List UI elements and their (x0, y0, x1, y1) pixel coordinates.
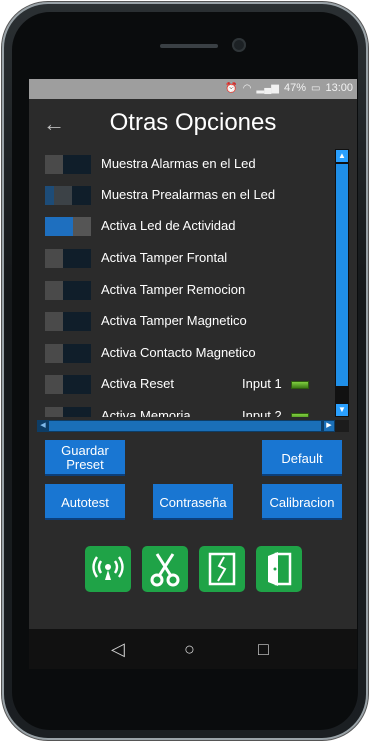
front-camera (232, 38, 246, 52)
save-preset-button[interactable]: Guardar Preset (45, 440, 125, 476)
option-row[interactable]: Activa Tamper Remocion (37, 275, 335, 306)
door-icon[interactable] (256, 546, 302, 592)
battery-icon: ▭ (311, 82, 321, 94)
screen: ⏰ ◠ ▂▄▆ 47% ▭ 13:00 ← Otras Opciones Mue… (29, 79, 357, 669)
toggle-switch[interactable] (45, 312, 91, 331)
toggle-switch[interactable] (45, 344, 91, 363)
input-label: Input 2 (242, 408, 282, 417)
scroll-thumb[interactable] (336, 164, 348, 386)
scroll-right-icon[interactable]: ▶ (324, 421, 334, 431)
option-label: Activa Contacto Magnetico (101, 345, 256, 360)
button-label: Preset (66, 457, 104, 472)
scissors-icon[interactable] (142, 546, 188, 592)
option-row[interactable]: Activa Reset Input 1 (37, 369, 335, 400)
scroll-down-icon[interactable]: ▼ (336, 404, 348, 416)
input-led-indicator (291, 381, 309, 389)
navigation-bar: ◁ ○ □ (29, 629, 357, 669)
toggle-switch[interactable] (45, 186, 91, 205)
input-led-indicator (291, 413, 309, 417)
calibration-button[interactable]: Calibracion (262, 484, 342, 520)
password-button[interactable]: Contraseña (153, 484, 233, 520)
toggle-switch[interactable] (45, 281, 91, 300)
autotest-button[interactable]: Autotest (45, 484, 125, 520)
toggle-switch[interactable] (45, 249, 91, 268)
nav-home-icon[interactable]: ○ (184, 639, 195, 659)
option-row[interactable]: Muestra Alarmas en el Led (37, 149, 335, 180)
app-content: ← Otras Opciones Muestra Alarmas en el L… (29, 99, 357, 629)
option-label: Activa Memoria (101, 408, 191, 417)
scroll-corner (335, 420, 349, 432)
options-list: Muestra Alarmas en el Led Muestra Preala… (37, 149, 335, 417)
option-label: Activa Tamper Remocion (101, 282, 246, 297)
scroll-thumb[interactable] (49, 421, 321, 431)
signal-icon: ▂▄▆ (256, 82, 279, 94)
vertical-scrollbar[interactable]: ▲ ▼ (335, 149, 349, 417)
status-bar: ⏰ ◠ ▂▄▆ 47% ▭ 13:00 (29, 79, 357, 99)
scroll-up-icon[interactable]: ▲ (336, 150, 348, 162)
option-label: Activa Led de Actividad (101, 218, 236, 233)
input-label: Input 1 (242, 376, 282, 391)
option-row[interactable]: Activa Memoria Input 2 (37, 401, 335, 417)
clock: 13:00 (325, 82, 353, 94)
glass-break-icon[interactable] (199, 546, 245, 592)
option-label: Activa Reset (101, 376, 174, 391)
option-label: Activa Tamper Magnetico (101, 313, 247, 328)
toggle-switch[interactable] (45, 407, 91, 417)
option-row[interactable]: Activa Tamper Magnetico (37, 306, 335, 337)
speaker-grille (160, 44, 218, 48)
option-row[interactable]: Activa Tamper Frontal (37, 243, 335, 274)
wireless-signal-icon[interactable] (85, 546, 131, 592)
default-button[interactable]: Default (262, 440, 342, 476)
toggle-switch[interactable] (45, 155, 91, 174)
option-label: Muestra Prealarmas en el Led (101, 187, 276, 202)
option-row[interactable]: Muestra Prealarmas en el Led (37, 180, 335, 211)
nav-recent-icon[interactable]: □ (258, 639, 269, 659)
nav-back-icon[interactable]: ◁ (111, 639, 125, 659)
button-label: Guardar (61, 443, 109, 458)
battery-percent: 47% (283, 82, 307, 94)
scroll-left-icon[interactable]: ◀ (38, 421, 48, 431)
toggle-switch[interactable] (45, 375, 91, 394)
option-row[interactable]: Activa Led de Actividad (37, 211, 335, 242)
page-title: Otras Opciones (109, 109, 277, 136)
option-row[interactable]: Activa Contacto Magnetico (37, 338, 335, 369)
horizontal-scrollbar[interactable]: ◀ ▶ (37, 420, 335, 432)
option-label: Muestra Alarmas en el Led (101, 156, 256, 171)
option-label: Activa Tamper Frontal (101, 250, 228, 265)
toggle-switch[interactable] (45, 217, 91, 236)
wifi-icon: ◠ (242, 82, 252, 94)
alarm-icon: ⏰ (225, 82, 238, 94)
